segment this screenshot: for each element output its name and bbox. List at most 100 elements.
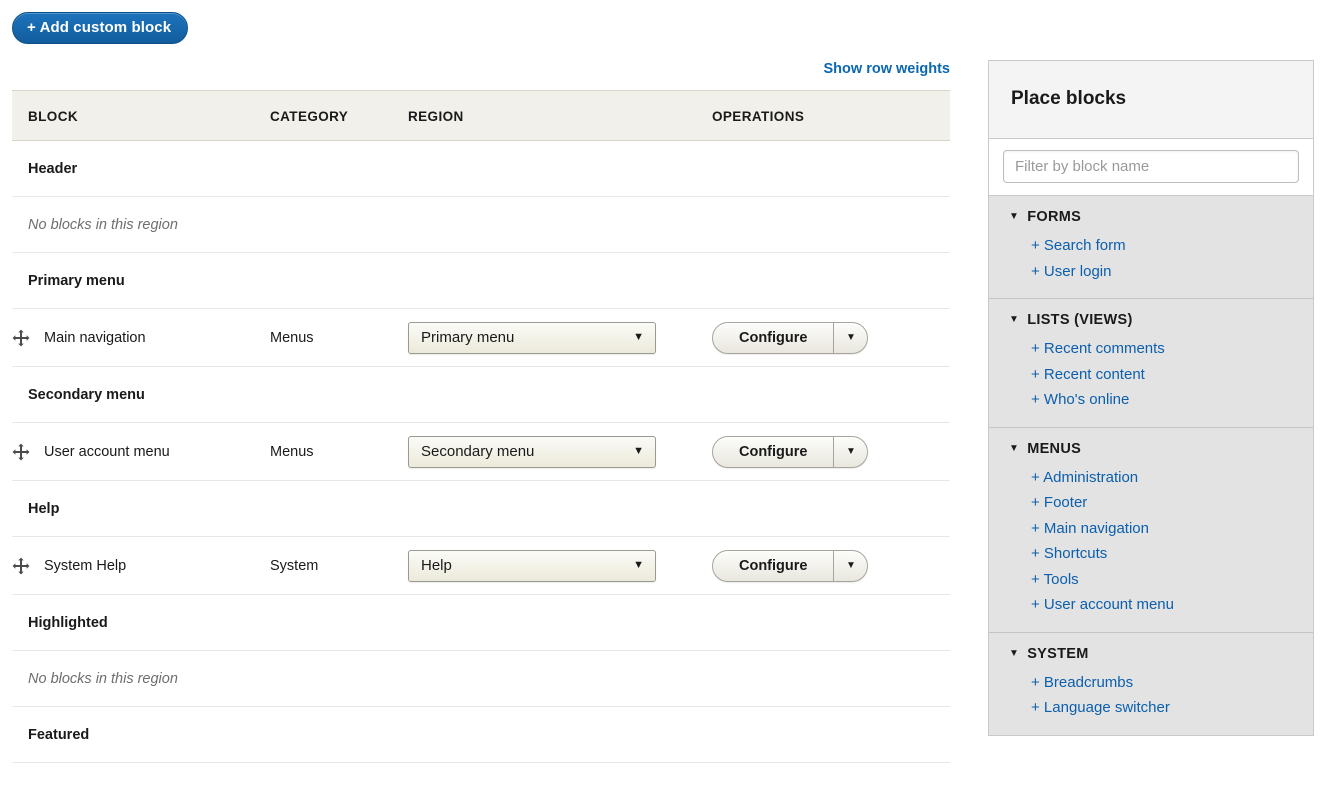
show-row-weights-container: Show row weights (824, 60, 950, 78)
place-block-link[interactable]: + Who's online (1031, 387, 1129, 413)
region-empty-row: No blocks in this region (12, 650, 950, 707)
place-block-link[interactable]: + Recent content (1031, 362, 1145, 388)
region-header-row: Featured (12, 706, 950, 763)
table-row: System Help System Help ▼ Configure ▼ (12, 536, 950, 595)
region-name: Header (12, 140, 950, 197)
column-header-block[interactable]: BLOCK (12, 90, 270, 141)
place-block-link[interactable]: + Search form (1031, 233, 1126, 259)
region-name: Highlighted (12, 594, 950, 651)
configure-button[interactable]: Configure (713, 437, 833, 467)
region-cell: Secondary menu ▼ (408, 422, 712, 481)
main-column: + Add custom block Show row weights BLOC… (0, 0, 960, 788)
region-header-row: Primary menu (12, 252, 950, 309)
place-block-link[interactable]: + Language switcher (1031, 695, 1170, 721)
region-select-value: Help (421, 557, 452, 574)
region-name: Featured (12, 706, 950, 763)
block-link-list: + Search form + User login (989, 233, 1313, 284)
operations-dropdown-toggle[interactable]: ▼ (833, 436, 867, 467)
block-category-toggle[interactable]: ▼ MENUS (989, 441, 1313, 465)
block-category-section: ▼ FORMS + Search form + User login (989, 196, 1313, 299)
region-header-row: Header (12, 140, 950, 197)
chevron-down-icon: ▼ (633, 445, 644, 457)
region-header-row: Highlighted (12, 594, 950, 651)
list-item: + Main navigation (989, 516, 1313, 542)
operations-split-button[interactable]: Configure ▼ (712, 321, 869, 354)
list-item: + Language switcher (989, 695, 1313, 721)
drag-handle-icon[interactable] (12, 443, 30, 461)
block-category-label: SYSTEM (1027, 645, 1089, 662)
column-header-region[interactable]: REGION (408, 90, 712, 141)
block-name: Main navigation (44, 329, 146, 346)
block-link-list: + Breadcrumbs + Language switcher (989, 670, 1313, 721)
list-item: + User login (989, 259, 1313, 285)
operations-cell: Configure ▼ (712, 536, 950, 595)
blocks-table-head: BLOCK CATEGORY REGION OPERATIONS (12, 90, 950, 141)
block-cell: Main navigation (12, 308, 270, 367)
block-link-list: + Administration + Footer + Main navigatio… (989, 465, 1313, 618)
place-blocks-title: Place blocks (1011, 88, 1127, 109)
operations-dropdown-toggle[interactable]: ▼ (833, 322, 867, 353)
block-category-toggle[interactable]: ▼ FORMS (989, 209, 1313, 233)
show-row-weights-link[interactable]: Show row weights (824, 61, 950, 77)
blocks-table: BLOCK CATEGORY REGION OPERATIONS Header N… (12, 90, 950, 763)
region-name: Help (12, 480, 950, 537)
operations-cell: Configure ▼ (712, 308, 950, 367)
region-select[interactable]: Help ▼ (408, 549, 656, 582)
place-block-link[interactable]: + Recent comments (1031, 336, 1165, 362)
place-blocks-sections: ▼ FORMS + Search form + User login ▼ LISTS (V… (989, 196, 1313, 735)
drag-handle-icon[interactable] (12, 557, 30, 575)
block-cell: System Help (12, 536, 270, 595)
drag-handle-icon[interactable] (12, 329, 30, 347)
table-row: Main navigation Menus Primary menu ▼ Configu… (12, 308, 950, 367)
region-cell: Primary menu ▼ (408, 308, 712, 367)
add-custom-block-button[interactable]: + Add custom block (12, 12, 189, 44)
list-item: + Administration (989, 465, 1313, 491)
block-category-section: ▼ SYSTEM + Breadcrumbs + Language switcher (989, 632, 1313, 735)
configure-button[interactable]: Configure (713, 323, 833, 353)
list-item: + Search form (989, 233, 1313, 259)
operations-split-button[interactable]: Configure ▼ (712, 435, 869, 468)
triangle-down-icon: ▼ (1009, 211, 1020, 222)
operations-dropdown-toggle[interactable]: ▼ (833, 550, 867, 581)
place-block-link[interactable]: + Shortcuts (1031, 541, 1107, 567)
list-item: + Recent comments (989, 336, 1313, 362)
place-block-link[interactable]: + User login (1031, 259, 1111, 285)
operations-cell: Configure ▼ (712, 422, 950, 481)
block-category-toggle[interactable]: ▼ SYSTEM (989, 646, 1313, 670)
place-block-link[interactable]: + User account menu (1031, 592, 1174, 618)
block-filter-input[interactable] (1003, 150, 1299, 183)
region-select[interactable]: Primary menu ▼ (408, 321, 656, 354)
place-blocks-header: Place blocks (989, 61, 1313, 139)
category-cell: Menus (270, 308, 408, 367)
block-layout-page: + Add custom block Show row weights BLOC… (0, 0, 1327, 788)
table-row: User account menu Menus Secondary menu ▼ Con… (12, 422, 950, 481)
place-block-link[interactable]: + Main navigation (1031, 516, 1149, 542)
triangle-down-icon: ▼ (1009, 442, 1020, 454)
region-header-row: Help (12, 480, 950, 537)
region-name: Secondary menu (12, 366, 950, 423)
region-select[interactable]: Secondary menu ▼ (408, 435, 656, 468)
region-empty-row: No blocks in this region (12, 196, 950, 253)
category-cell: Menus (270, 422, 408, 481)
blocks-table-body: Header No blocks in this region Primary me… (12, 140, 950, 763)
region-cell: Help ▼ (408, 536, 712, 595)
chevron-down-icon: ▼ (633, 559, 644, 571)
place-block-link[interactable]: + Breadcrumbs (1031, 670, 1133, 696)
category-cell: System (270, 536, 408, 595)
block-cell: User account menu (12, 422, 270, 481)
region-select-value: Secondary menu (421, 443, 535, 460)
list-item: + User account menu (989, 592, 1313, 618)
list-item: + Tools (989, 567, 1313, 593)
place-block-link[interactable]: + Administration (1031, 465, 1138, 491)
column-header-category[interactable]: CATEGORY (270, 90, 408, 141)
table-header-row: BLOCK CATEGORY REGION OPERATIONS (12, 90, 950, 141)
list-item: + Breadcrumbs (989, 670, 1313, 696)
block-category-toggle[interactable]: ▼ LISTS (VIEWS) (989, 312, 1313, 336)
place-block-link[interactable]: + Tools (1031, 567, 1079, 593)
place-blocks-panel: Place blocks ▼ FORMS + Search form+ User l… (988, 60, 1314, 736)
operations-split-button[interactable]: Configure ▼ (712, 549, 869, 582)
column-header-operations[interactable]: OPERATIONS (712, 90, 950, 141)
chevron-down-icon: ▼ (633, 331, 644, 343)
configure-button[interactable]: Configure (713, 551, 833, 581)
place-block-link[interactable]: + Footer (1031, 490, 1087, 516)
